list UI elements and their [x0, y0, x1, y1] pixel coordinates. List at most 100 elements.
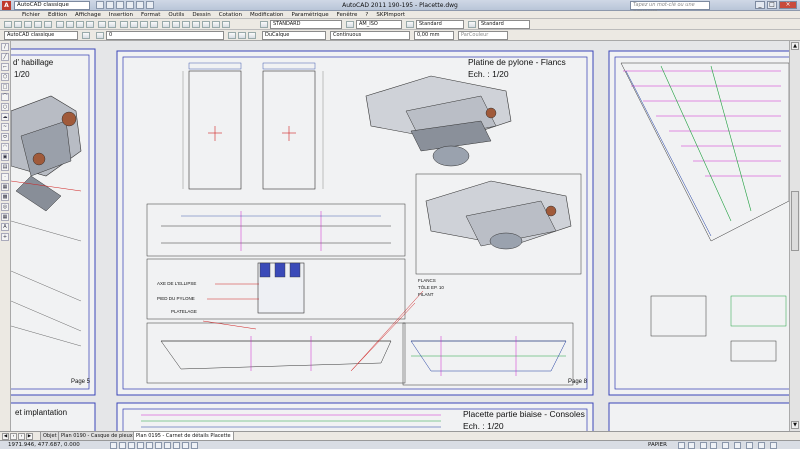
polyline-icon[interactable]: ⌐: [1, 63, 9, 71]
quick-properties-icon[interactable]: [191, 442, 198, 449]
layer-state-icon[interactable]: [248, 32, 256, 39]
markup-icon[interactable]: [202, 21, 210, 28]
new-file-icon[interactable]: [4, 21, 12, 28]
table-icon[interactable]: ▦: [1, 213, 9, 221]
point-icon[interactable]: ·: [1, 173, 9, 181]
workspace-switch-icon[interactable]: [734, 442, 741, 449]
polygon-icon[interactable]: ⬡: [1, 73, 9, 81]
zoom-realtime-icon[interactable]: [130, 21, 138, 28]
prev-tab-icon[interactable]: ‹: [10, 433, 17, 440]
menu-insertion[interactable]: Insertion: [109, 11, 133, 18]
scroll-up-icon[interactable]: ▲: [791, 42, 799, 50]
menu-dessin[interactable]: Dessin: [192, 11, 210, 18]
ortho-icon[interactable]: [128, 442, 135, 449]
menu-help[interactable]: ?: [365, 11, 368, 18]
zoom-status-icon[interactable]: [710, 442, 717, 449]
undo-toolbar-icon[interactable]: [98, 21, 106, 28]
drawing-area[interactable]: d' habillage 1/20 Page 5 et implantation…: [11, 41, 789, 431]
close-button[interactable]: ×: [779, 1, 797, 9]
layer-select[interactable]: 0: [106, 31, 224, 40]
mleader-style-select[interactable]: Standard: [478, 20, 530, 29]
zoom-window-icon[interactable]: [140, 21, 148, 28]
scroll-thumb[interactable]: [791, 191, 799, 251]
rectangle-icon[interactable]: □: [1, 83, 9, 91]
spline-icon[interactable]: ~: [1, 123, 9, 131]
save-file-icon[interactable]: [24, 21, 32, 28]
workspace-settings-icon[interactable]: [82, 32, 90, 39]
ellipse-icon[interactable]: ⬭: [1, 133, 9, 141]
cut-icon[interactable]: [56, 21, 64, 28]
line-icon[interactable]: /: [1, 43, 9, 51]
match-properties-icon[interactable]: [86, 21, 94, 28]
add-selected-icon[interactable]: +: [1, 233, 9, 241]
vertical-scrollbar[interactable]: ▲ ▼: [789, 41, 800, 431]
menu-parametrique[interactable]: Paramétrique: [292, 11, 329, 18]
layer-properties-icon[interactable]: [96, 32, 104, 39]
tool-palettes-icon[interactable]: [182, 21, 190, 28]
first-tab-icon[interactable]: ◀: [2, 433, 9, 440]
osnap-icon[interactable]: [146, 442, 153, 449]
revcloud-icon[interactable]: ☁: [1, 113, 9, 121]
polar-icon[interactable]: [137, 442, 144, 449]
menu-skpimport[interactable]: SKPImport: [376, 11, 405, 18]
arc-icon[interactable]: ⌒: [1, 93, 9, 101]
snap-icon[interactable]: [110, 442, 117, 449]
pan-status-icon[interactable]: [700, 442, 707, 449]
menu-modification[interactable]: Modification: [250, 11, 284, 18]
menu-cotation[interactable]: Cotation: [219, 11, 242, 18]
table-style-select[interactable]: Standard: [416, 20, 464, 29]
maximize-button[interactable]: □: [767, 1, 777, 9]
make-block-icon[interactable]: ▤: [1, 163, 9, 171]
scroll-down-icon[interactable]: ▼: [791, 421, 799, 429]
lineweight-select[interactable]: 0,00 mm: [414, 31, 454, 40]
sheet-set-icon[interactable]: [192, 21, 200, 28]
plotstyle-select[interactable]: ParCouleur: [458, 31, 508, 40]
design-center-icon[interactable]: [172, 21, 180, 28]
otrack-icon[interactable]: [155, 442, 162, 449]
layer-previous-icon[interactable]: [238, 32, 246, 39]
search-input[interactable]: Tapez un mot-clé ou une expressio: [630, 1, 710, 15]
ducs-icon[interactable]: [164, 442, 171, 449]
open-file-icon[interactable]: [14, 21, 22, 28]
menu-affichage[interactable]: Affichage: [75, 11, 101, 18]
quick-view-layouts-icon[interactable]: [678, 442, 685, 449]
menu-edition[interactable]: Edition: [48, 11, 67, 18]
print-icon[interactable]: [34, 21, 42, 28]
gradient-icon[interactable]: ▩: [1, 193, 9, 201]
menu-outils[interactable]: Outils: [168, 11, 184, 18]
dim-style-select[interactable]: AM_ISO: [356, 20, 402, 29]
clean-screen-icon[interactable]: [770, 442, 777, 449]
text-style-select[interactable]: STANDARD: [270, 20, 342, 29]
preview-icon[interactable]: [44, 21, 52, 28]
construction-line-icon[interactable]: ╱: [1, 53, 9, 61]
quick-view-drawings-icon[interactable]: [688, 442, 695, 449]
workspace-combo[interactable]: AutoCAD classique: [4, 31, 78, 40]
menu-fichier[interactable]: Fichier: [22, 11, 40, 18]
properties-icon[interactable]: [162, 21, 170, 28]
minimize-button[interactable]: _: [755, 1, 765, 9]
lock-icon[interactable]: [746, 442, 753, 449]
copy-icon[interactable]: [66, 21, 74, 28]
hatch-icon[interactable]: ▦: [1, 183, 9, 191]
calculator-icon[interactable]: [212, 21, 220, 28]
last-tab-icon[interactable]: ▶: [26, 433, 33, 440]
annotation-scale-icon[interactable]: [722, 442, 729, 449]
circle-icon[interactable]: ○: [1, 103, 9, 111]
grid-icon[interactable]: [119, 442, 126, 449]
color-select[interactable]: DuCalque: [262, 31, 326, 40]
zoom-previous-icon[interactable]: [150, 21, 158, 28]
paste-icon[interactable]: [76, 21, 84, 28]
lineweight-display-icon[interactable]: [182, 442, 189, 449]
next-tab-icon[interactable]: ›: [18, 433, 25, 440]
help-icon[interactable]: [222, 21, 230, 28]
paper-space-toggle[interactable]: PAPIER: [648, 442, 667, 449]
linetype-select[interactable]: Continuous: [330, 31, 410, 40]
insert-block-icon[interactable]: ▣: [1, 153, 9, 161]
redo-toolbar-icon[interactable]: [108, 21, 116, 28]
pan-icon[interactable]: [120, 21, 128, 28]
isolate-objects-icon[interactable]: [758, 442, 765, 449]
ellipse-arc-icon[interactable]: ◠: [1, 143, 9, 151]
multiline-text-icon[interactable]: A: [1, 223, 9, 231]
menu-fenetre[interactable]: Fenêtre: [337, 11, 358, 18]
menu-format[interactable]: Format: [141, 11, 160, 18]
